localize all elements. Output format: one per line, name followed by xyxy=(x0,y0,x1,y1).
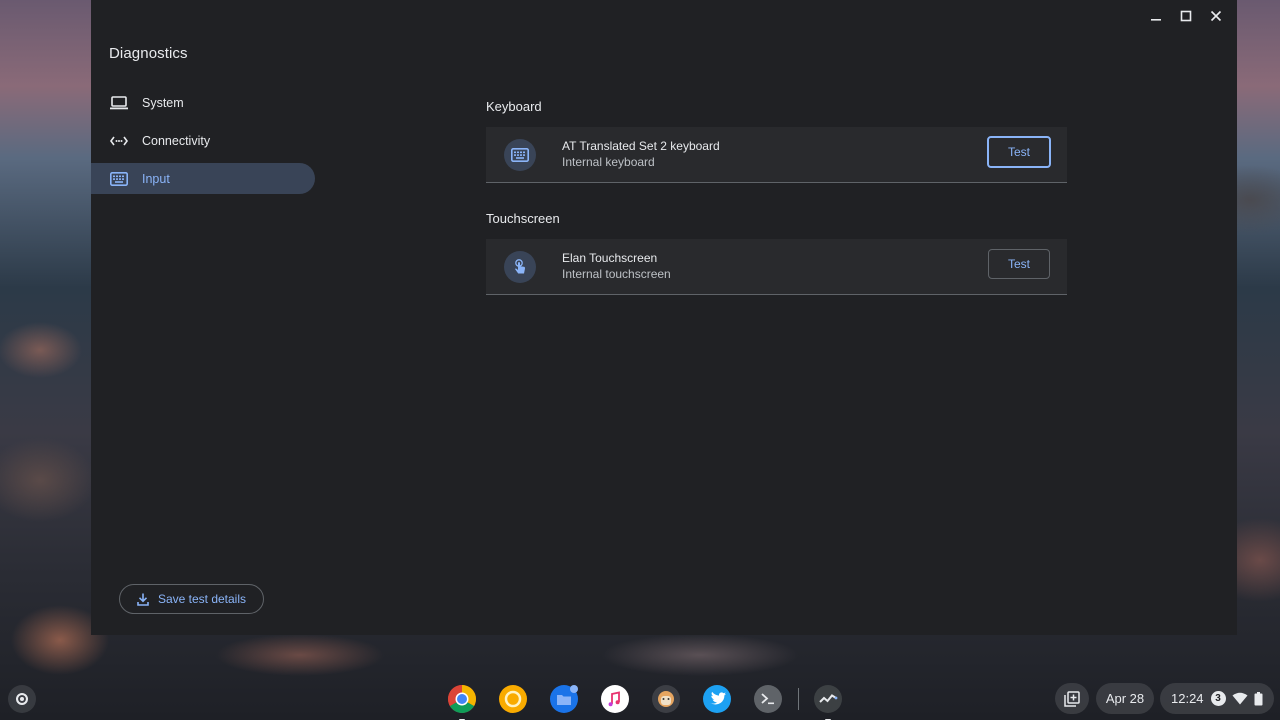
sidebar-item-label: System xyxy=(142,95,184,110)
touchscreen-section-title: Touchscreen xyxy=(486,211,560,226)
sidebar-item-input[interactable]: Input xyxy=(91,163,315,194)
holding-space-icon xyxy=(1064,690,1080,707)
launcher-button[interactable] xyxy=(8,685,36,713)
notification-counter: 3 xyxy=(1210,691,1226,706)
twitter-app[interactable] xyxy=(700,682,734,716)
battery-icon xyxy=(1254,691,1263,706)
app-title: Diagnostics xyxy=(109,45,188,62)
device-name: AT Translated Set 2 keyboard xyxy=(562,139,720,153)
touchscreen-device-card: Elan Touchscreen Internal touchscreen Te… xyxy=(486,239,1067,295)
close-icon xyxy=(1210,10,1222,22)
files-icon xyxy=(550,685,578,713)
shelf-separator xyxy=(798,688,799,710)
diagnostics-icon xyxy=(814,685,842,713)
chrome-app[interactable] xyxy=(445,682,479,720)
clock: 12:24 xyxy=(1171,691,1204,706)
twitter-icon xyxy=(703,685,731,713)
touchscreen-test-button[interactable]: Test xyxy=(988,249,1050,279)
keyboard-device-card: AT Translated Set 2 keyboard Internal ke… xyxy=(486,127,1067,183)
sidebar-item-connectivity[interactable]: Connectivity xyxy=(91,125,315,156)
terminal-icon xyxy=(754,685,782,713)
keep-icon xyxy=(499,685,527,713)
chrome-icon xyxy=(448,685,476,713)
download-icon xyxy=(137,593,149,606)
save-test-details-button[interactable]: Save test details xyxy=(119,584,264,614)
minimize-button[interactable] xyxy=(1143,6,1169,26)
diagnostics-app[interactable] xyxy=(811,682,845,720)
device-name: Elan Touchscreen xyxy=(562,251,658,265)
sidebar-item-label: Input xyxy=(142,171,170,186)
close-button[interactable] xyxy=(1203,6,1229,26)
maximize-button[interactable] xyxy=(1173,6,1199,26)
keyboard-icon xyxy=(109,171,129,187)
touch-icon xyxy=(504,251,536,283)
keyboard-icon xyxy=(504,139,536,171)
shelf: Apr 28 12:24 3 xyxy=(0,677,1280,720)
diagnostics-window: Diagnostics System Connectivity Input Sa… xyxy=(91,0,1237,635)
window-controls xyxy=(1143,6,1229,26)
app-list xyxy=(445,682,862,720)
wifi-icon xyxy=(1232,692,1248,705)
device-description: Internal keyboard xyxy=(562,155,655,169)
launcher-icon xyxy=(16,693,28,705)
keyboard-section-title: Keyboard xyxy=(486,99,542,114)
date-label: Apr 28 xyxy=(1105,691,1145,706)
sidebar-item-label: Connectivity xyxy=(142,133,211,148)
holding-space-button[interactable] xyxy=(1055,683,1089,714)
date-tray[interactable]: Apr 28 xyxy=(1096,683,1154,714)
keep-app[interactable] xyxy=(496,682,530,716)
laptop-icon xyxy=(109,95,129,111)
connectivity-icon xyxy=(109,133,129,149)
itunes-icon xyxy=(601,685,629,713)
maximize-icon xyxy=(1180,10,1192,22)
minimize-icon xyxy=(1151,19,1161,21)
sidebar-nav: System Connectivity Input xyxy=(91,87,315,201)
device-description: Internal touchscreen xyxy=(562,267,671,281)
files-app[interactable] xyxy=(547,682,581,716)
sidebar-item-system[interactable]: System xyxy=(91,87,315,118)
keyboard-test-button[interactable]: Test xyxy=(987,136,1051,168)
itunes-app[interactable] xyxy=(598,682,632,716)
sheep-app[interactable] xyxy=(649,682,683,716)
terminal-app[interactable] xyxy=(751,682,785,716)
status-tray[interactable]: 12:24 3 xyxy=(1160,683,1274,714)
sheep-app-icon xyxy=(652,685,680,713)
save-test-details-label: Save test details xyxy=(157,592,247,606)
